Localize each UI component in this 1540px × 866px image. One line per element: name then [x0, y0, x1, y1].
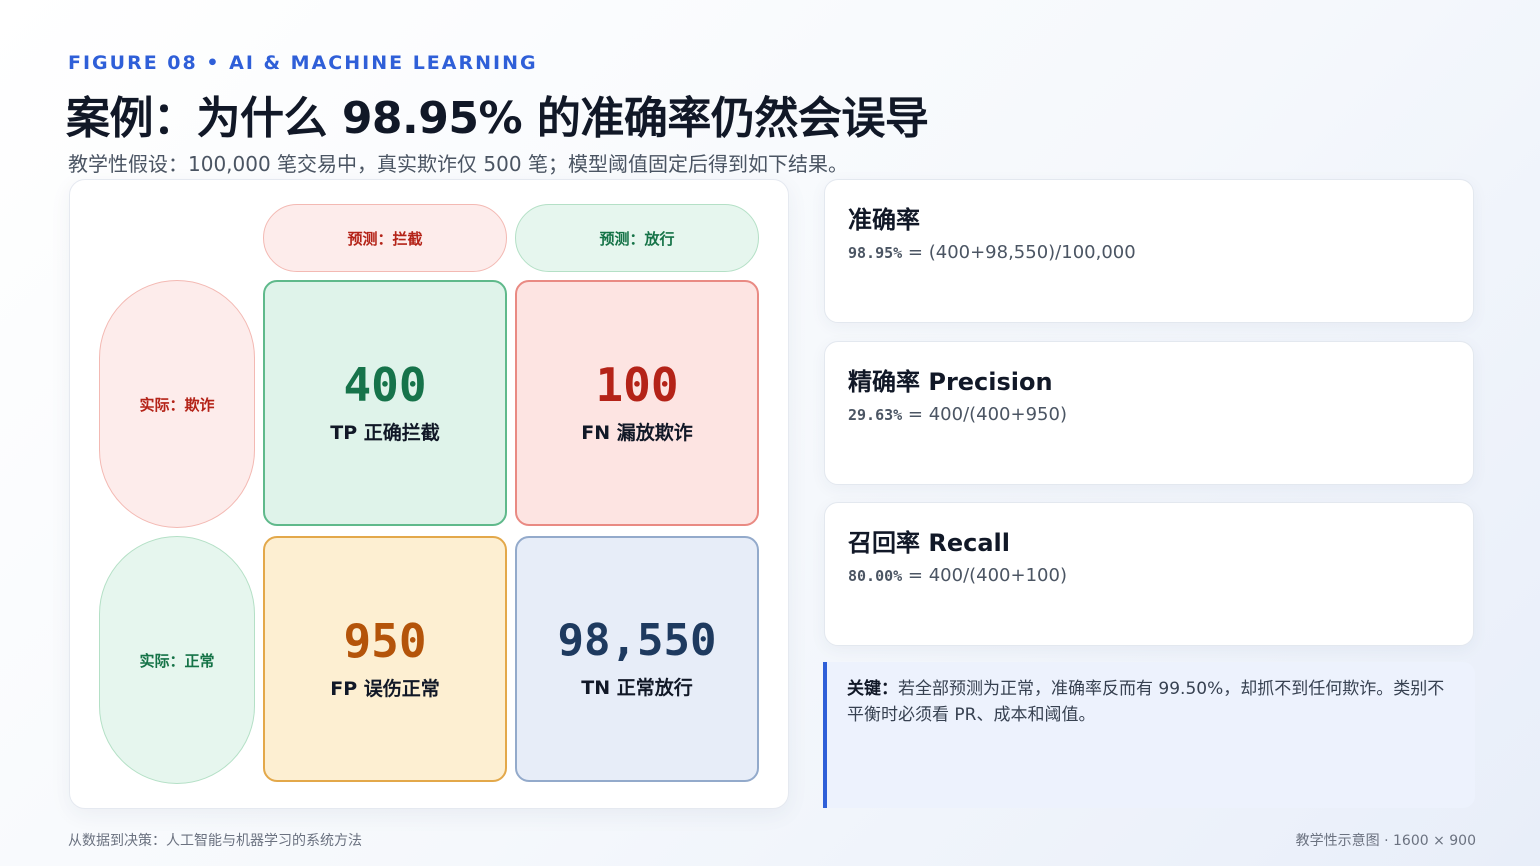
metric-card-recall: 召回率 Recall 80.00% = 400/(400+100)	[824, 502, 1474, 646]
figure-eyebrow: FIGURE 08 • AI & MACHINE LEARNING	[68, 52, 538, 74]
metric-value: 80.00%	[848, 567, 903, 585]
metric-card-precision: 精确率 Precision 29.63% = 400/(400+950)	[824, 341, 1474, 485]
footer-caption: 教学性示意图 · 1600 × 900	[1295, 833, 1476, 849]
note-key: 关键：	[847, 679, 898, 699]
cell-false-negative: 100 FN 漏放欺诈	[515, 280, 759, 526]
metric-value: 29.63%	[848, 406, 903, 424]
metric-value: 98.95%	[848, 244, 903, 262]
page-title: 案例：为什么 98.95% 的准确率仍然会误导	[66, 93, 929, 144]
metric-formula: = 400/(400+100)	[902, 565, 1067, 586]
col-header-predict-pass: 预测：放行	[515, 204, 759, 272]
fn-label: FN 漏放欺诈	[581, 421, 693, 444]
cell-false-positive: 950 FP 误伤正常	[263, 536, 507, 782]
metric-name: 召回率 Recall	[848, 529, 1010, 557]
metric-formula-line: 98.95% = (400+98,550)/100,000	[848, 242, 1136, 263]
metric-formula: = 400/(400+950)	[902, 404, 1067, 425]
tn-count: 98,550	[557, 614, 717, 666]
cell-true-negative: 98,550 TN 正常放行	[515, 536, 759, 782]
fn-count: 100	[595, 357, 679, 412]
page-subtitle: 教学性假设：100,000 笔交易中，真实欺诈仅 500 笔；模型阈值固定后得到…	[68, 152, 848, 176]
metric-formula: = (400+98,550)/100,000	[902, 242, 1136, 263]
tp-count: 400	[343, 357, 427, 412]
metric-name: 准确率	[848, 206, 920, 234]
fp-count: 950	[343, 613, 427, 668]
metric-formula-line: 29.63% = 400/(400+950)	[848, 404, 1067, 425]
tn-label: TN 正常放行	[581, 676, 693, 699]
row-header-actual-normal: 实际：正常	[99, 536, 255, 784]
tp-label: TP 正确拦截	[330, 421, 440, 444]
note-text: 若全部预测为正常，准确率反而有 99.50%，却抓不到任何欺诈。类别不平衡时必须…	[847, 679, 1445, 725]
cell-true-positive: 400 TP 正确拦截	[263, 280, 507, 526]
col-header-predict-block: 预测：拦截	[263, 204, 507, 272]
metric-formula-line: 80.00% = 400/(400+100)	[848, 565, 1067, 586]
fp-label: FP 误伤正常	[330, 677, 440, 700]
metric-name: 精确率 Precision	[848, 368, 1053, 396]
row-header-actual-fraud: 实际：欺诈	[99, 280, 255, 528]
metric-card-accuracy: 准确率 98.95% = (400+98,550)/100,000	[824, 179, 1474, 323]
key-insight-note: 关键：若全部预测为正常，准确率反而有 99.50%，却抓不到任何欺诈。类别不平衡…	[823, 662, 1475, 808]
footer-book-title: 从数据到决策：人工智能与机器学习的系统方法	[68, 833, 362, 849]
